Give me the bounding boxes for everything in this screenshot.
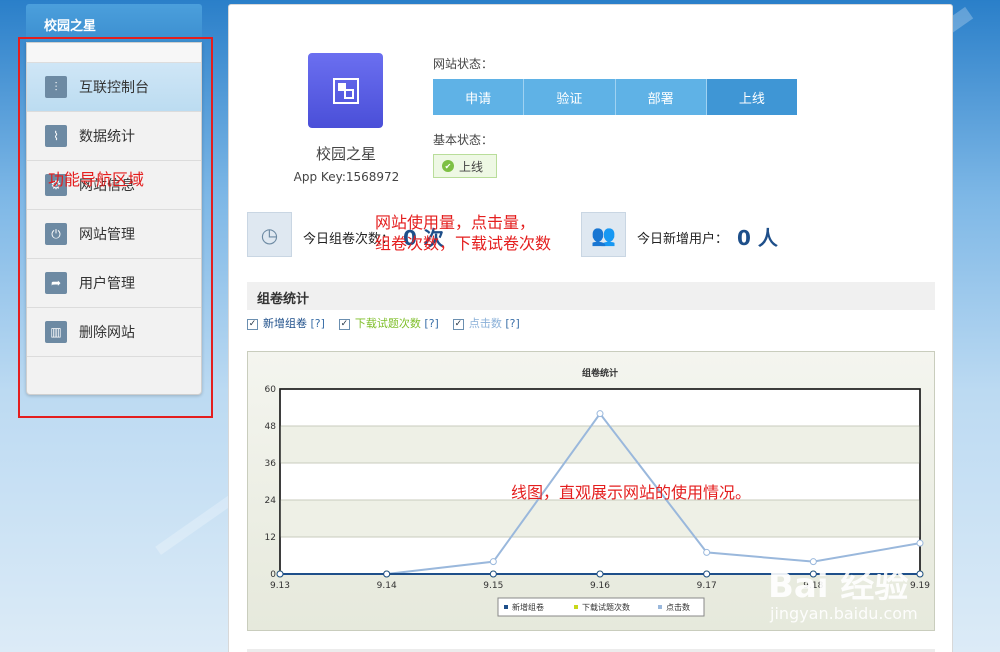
y-tick-label: 36 (265, 459, 277, 469)
data-point (703, 570, 711, 578)
sidebar-item-label: 用户管理 (79, 276, 135, 292)
toggle-label: 点击数 (468, 317, 502, 330)
checkbox[interactable]: ✓ (338, 318, 350, 330)
y-tick-label: 0 (270, 570, 276, 580)
toggle-downloads[interactable]: ✓ 下载试题次数 [?] (338, 315, 439, 331)
sidebar-item-user-manage[interactable]: ➦ 用户管理 (27, 259, 201, 308)
data-point (596, 570, 604, 578)
legend-label: 新增组卷 (512, 602, 544, 612)
annotation-chart: 线图，直观展示网站的使用情况。 (511, 483, 752, 502)
toggle-label: 新增组卷 (263, 317, 307, 330)
sidebar-item-label: 数据统计 (79, 129, 135, 145)
legend-label: 点击数 (666, 602, 690, 612)
watermark-url: jingyan.baidu.com (770, 604, 918, 623)
sliders-icon: ⫶ (45, 76, 67, 98)
section-title: 组卷统计 (247, 282, 935, 310)
data-point (916, 539, 924, 547)
status-badge-text: 上线 (459, 159, 484, 174)
help-link[interactable]: [?] (424, 317, 438, 330)
x-tick-label: 9.14 (377, 581, 397, 591)
grid-band (280, 426, 920, 463)
sidebar-item-label: 互联控制台 (79, 80, 149, 96)
background-decoration (155, 495, 235, 555)
toggle-new-papers[interactable]: ✓ 新增组卷 [?] (247, 315, 325, 331)
users-icon: 👥 (581, 212, 626, 257)
legend-swatch (658, 605, 662, 609)
sidebar-top-strip (27, 43, 201, 63)
share-icon: ➦ (45, 272, 67, 294)
data-point (489, 558, 497, 566)
legend-label: 下载试题次数 (582, 602, 630, 612)
data-point (703, 548, 711, 556)
checkbox[interactable]: ✓ (452, 318, 464, 330)
x-tick-label: 9.13 (270, 581, 290, 591)
sidebar-item-console[interactable]: ⫶ 互联控制台 (27, 63, 201, 112)
site-status-label: 网站状态： (433, 57, 494, 71)
data-point (489, 570, 497, 578)
trash-icon: ▥ (45, 321, 67, 343)
x-tick-label: 9.15 (483, 581, 503, 591)
y-tick-label: 24 (265, 496, 277, 506)
chart-icon: ⌇ (45, 125, 67, 147)
data-point (596, 410, 604, 418)
sidebar-nav: ⫶ 互联控制台 ⌇ 数据统计 ⚙ 网站信息 ⏻ 网站管理 ➦ 用户管理 ▥ 删除… (26, 42, 202, 395)
y-tick-label: 48 (265, 422, 277, 432)
legend-swatch (504, 605, 508, 609)
toggle-clicks[interactable]: ✓ 点击数 [?] (452, 315, 520, 331)
app-icon (308, 53, 383, 128)
step-verify: 验证 (524, 79, 616, 115)
app-logo-icon (332, 77, 359, 104)
watermark-brand: Bai 经验 (768, 566, 909, 606)
checkbox[interactable]: ✓ (247, 318, 258, 330)
toggle-label: 下载试题次数 (354, 317, 421, 330)
annotation-nav-area: 功能导航区域 (48, 170, 145, 189)
status-steps: 申请 验证 部署 上线 (433, 79, 797, 115)
step-apply: 申请 (433, 79, 525, 115)
app-name: 校园之星 (315, 145, 376, 163)
check-icon: ✔ (442, 160, 454, 172)
help-link[interactable]: [?] (311, 317, 325, 330)
sidebar-item-label: 删除网站 (79, 325, 135, 341)
plug-icon: ⏻ (45, 223, 67, 245)
annotation-usage-2: 组卷次数，下载试卷次数 (375, 234, 552, 253)
y-tick-label: 60 (265, 385, 277, 395)
sidebar-title: 校园之星 (26, 4, 202, 42)
today-users-label: 今日新增用户： (637, 232, 729, 247)
today-users-value: 0 人 (737, 226, 778, 250)
x-tick-label: 9.17 (697, 581, 717, 591)
step-online: 上线 (706, 79, 797, 115)
x-tick-label: 9.16 (590, 581, 610, 591)
series-toggles: ✓ 新增组卷 [?] ✓ 下载试题次数 [?] ✓ 点击数 [?] (247, 315, 520, 331)
x-tick-label: 9.19 (910, 581, 930, 591)
data-point (916, 570, 924, 578)
basic-status-label: 基本状态： (433, 133, 494, 147)
sidebar-item-delete-site[interactable]: ▥ 删除网站 (27, 308, 201, 357)
status-badge: ✔ 上线 (433, 154, 497, 178)
data-point (383, 570, 391, 578)
legend-swatch (574, 605, 578, 609)
main-panel: 校园之星 App Key:1568972 网站状态： 申请 验证 部署 上线 基… (228, 4, 953, 652)
app-key: App Key:1568972 (293, 170, 400, 184)
clock-icon: ◷ (247, 212, 292, 257)
sidebar-item-statistics[interactable]: ⌇ 数据统计 (27, 112, 201, 161)
data-point (276, 570, 284, 578)
y-tick-label: 12 (265, 533, 276, 543)
sidebar-item-label: 网站管理 (79, 227, 135, 243)
grid-band (280, 500, 920, 537)
chart-title: 组卷统计 (582, 367, 618, 379)
help-link[interactable]: [?] (505, 317, 519, 330)
sidebar-item-site-manage[interactable]: ⏻ 网站管理 (27, 210, 201, 259)
step-deploy: 部署 (615, 79, 707, 115)
